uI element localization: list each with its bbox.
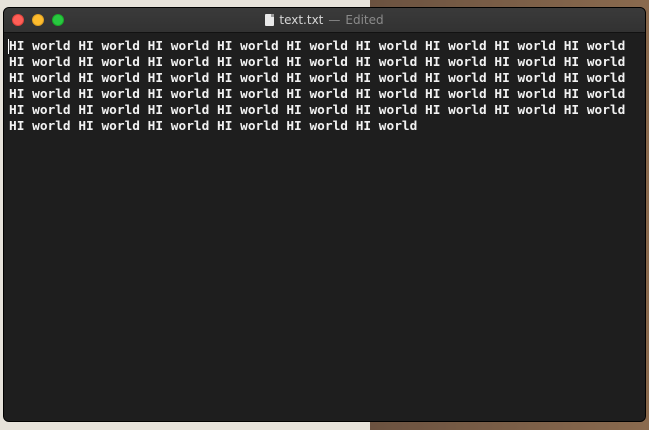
textedit-window: text.txt — Edited HI world HI world HI w… xyxy=(3,7,646,422)
title-bar[interactable]: text.txt — Edited xyxy=(4,8,645,33)
window-title: text.txt — Edited xyxy=(4,8,645,32)
edited-status: Edited xyxy=(345,13,384,27)
document-text[interactable]: HI world HI world HI world HI world HI w… xyxy=(9,39,634,135)
title-separator: — xyxy=(328,13,341,27)
document-icon[interactable] xyxy=(265,14,275,26)
text-editor[interactable]: HI world HI world HI world HI world HI w… xyxy=(4,33,645,421)
file-name: text.txt xyxy=(279,13,324,27)
